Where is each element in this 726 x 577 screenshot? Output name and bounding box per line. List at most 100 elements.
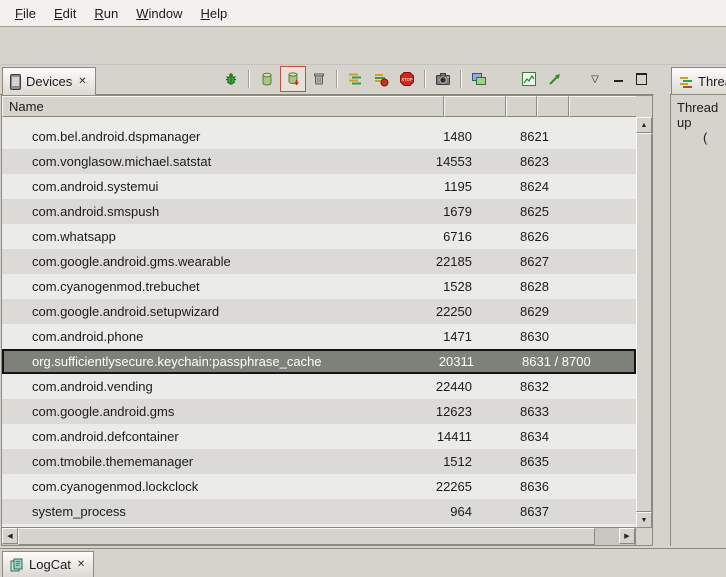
port-cell: 8636 <box>513 479 636 494</box>
column-header-4[interactable] <box>537 96 569 117</box>
pid-cell: 1512 <box>430 454 478 469</box>
tab-threads[interactable]: Threads <box>671 67 726 95</box>
pid-cell: 22440 <box>430 379 478 394</box>
port-cell: 8626 <box>513 229 636 244</box>
maximize-view-icon[interactable] <box>632 70 650 88</box>
threads-tabbar: Threads <box>670 64 726 95</box>
tab-devices[interactable]: Devices ✕ <box>2 67 96 95</box>
toolbar-separator <box>336 70 338 88</box>
process-name-cell: system_process <box>2 504 430 519</box>
table-row[interactable]: com.cyanogenmod.lockclock22265 8636 <box>2 474 636 499</box>
table-row[interactable]: com.cyanogenmod.trebuchet15288628 <box>2 274 636 299</box>
process-table: Name com.bel.android.dspmanager14808621c… <box>1 95 653 546</box>
table-row-selected[interactable]: org.sufficientlysecure.keychain:passphra… <box>2 349 636 374</box>
capture-trace-icon[interactable] <box>516 66 542 92</box>
main-area: Devices ✕ <box>0 64 726 549</box>
port-cell: 8633 <box>513 404 636 419</box>
device-icon <box>10 74 21 90</box>
tab-logcat[interactable]: LogCat ✕ <box>2 551 94 577</box>
process-name-cell: com.google.android.gms <box>2 404 430 419</box>
threads-message: Thread up ( <box>670 95 726 546</box>
logcat-tab-icon <box>10 558 24 572</box>
dump-hprof-icon[interactable] <box>280 66 306 92</box>
horizontal-scroll-track[interactable] <box>18 528 619 545</box>
table-row[interactable]: com.google.android.setupwizard222508629 <box>2 299 636 324</box>
table-row[interactable]: com.android.vending224408632 <box>2 374 636 399</box>
debug-process-icon[interactable] <box>218 66 244 92</box>
devices-panel: Devices ✕ <box>0 64 654 549</box>
menu-edit[interactable]: Edit <box>45 3 85 24</box>
view-menu-icon[interactable]: ▽ <box>586 70 604 88</box>
menu-help[interactable]: Help <box>191 3 236 24</box>
horizontal-scrollbar[interactable]: ◀ ▶ <box>2 527 652 545</box>
panel-splitter[interactable] <box>654 64 670 549</box>
column-header-name[interactable]: Name <box>2 96 444 117</box>
opengl-trace-icon[interactable] <box>542 66 568 92</box>
start-method-profiling-icon[interactable] <box>368 66 394 92</box>
table-row[interactable]: com.google.android.gms.wearable221858627 <box>2 249 636 274</box>
devices-view-toolbar: STOP <box>218 66 650 92</box>
process-name-cell: com.cyanogenmod.lockclock <box>2 479 430 494</box>
scroll-right-icon[interactable]: ▶ <box>619 528 635 544</box>
port-cell: 8631 / 8700 <box>515 354 634 369</box>
table-row[interactable]: com.android.phone14718630 <box>2 324 636 349</box>
cause-gc-icon[interactable] <box>306 66 332 92</box>
port-cell: 8621 <box>513 129 636 144</box>
port-cell: 8623 <box>513 154 636 169</box>
process-name-cell: com.android.systemui <box>2 179 430 194</box>
table-row[interactable]: com.android.defcontainer144118634 <box>2 424 636 449</box>
minimize-view-icon[interactable] <box>609 70 627 88</box>
table-row[interactable]: com.whatsapp6716 8626 <box>2 224 636 249</box>
bottom-tabbar: LogCat ✕ <box>0 548 726 577</box>
close-logcat-tab-icon[interactable]: ✕ <box>76 559 86 570</box>
partially-scrolled-row <box>2 117 636 124</box>
screen-gallery-icon[interactable] <box>466 66 492 92</box>
table-row[interactable]: system_process9648637 <box>2 499 636 524</box>
scroll-up-icon[interactable]: ▲ <box>636 117 652 133</box>
port-cell: 8632 <box>513 379 636 394</box>
table-header: Name <box>2 96 652 117</box>
pid-cell: 6716 <box>430 229 478 244</box>
menu-file[interactable]: File <box>6 3 45 24</box>
pid-cell: 14553 <box>430 154 478 169</box>
scroll-left-icon[interactable]: ◀ <box>2 528 18 544</box>
pid-cell: 964 <box>430 504 478 519</box>
port-cell: 8625 <box>513 204 636 219</box>
process-name-cell: com.android.defcontainer <box>2 429 430 444</box>
process-name-cell: com.android.smspush <box>2 204 430 219</box>
screen-capture-icon[interactable] <box>430 66 456 92</box>
process-name-cell: com.cyanogenmod.trebuchet <box>2 279 430 294</box>
table-row[interactable]: com.tmobile.thememanager15128635 <box>2 449 636 474</box>
close-devices-tab-icon[interactable]: ✕ <box>77 76 87 87</box>
table-row[interactable]: com.android.smspush1679 8625 <box>2 199 636 224</box>
pid-cell: 1679 <box>430 204 478 219</box>
column-header-3[interactable] <box>506 96 537 117</box>
menu-window[interactable]: Window <box>127 3 191 24</box>
port-cell: 8627 <box>513 254 636 269</box>
table-row[interactable]: com.google.android.gms126238633 <box>2 399 636 424</box>
menu-run[interactable]: Run <box>85 3 127 24</box>
port-cell: 8634 <box>513 429 636 444</box>
update-heap-icon[interactable] <box>254 66 280 92</box>
stop-process-icon[interactable]: STOP <box>394 66 420 92</box>
table-row[interactable]: com.android.systemui11958624 <box>2 174 636 199</box>
toolbar-separator <box>248 70 250 88</box>
horizontal-scroll-thumb[interactable] <box>18 528 595 545</box>
vertical-scroll-thumb[interactable] <box>636 133 652 512</box>
toolbar-separator <box>460 70 462 88</box>
process-name-cell: com.google.android.setupwizard <box>2 304 430 319</box>
process-name-cell: com.whatsapp <box>2 229 430 244</box>
scroll-down-icon[interactable]: ▼ <box>636 512 652 528</box>
column-header-port[interactable] <box>569 96 636 117</box>
port-cell: 8624 <box>513 179 636 194</box>
devices-tab-label: Devices <box>26 74 72 89</box>
vertical-scrollbar[interactable]: ▲ ▼ <box>636 117 652 528</box>
view-window-controls: ▽ <box>586 70 650 88</box>
table-row[interactable]: com.bel.android.dspmanager14808621 <box>2 124 636 149</box>
pid-cell: 20311 <box>432 354 480 369</box>
pid-cell: 22265 <box>430 479 478 494</box>
column-header-pid[interactable] <box>444 96 506 117</box>
table-row[interactable]: com.vonglasow.michael.satstat145538623 <box>2 149 636 174</box>
process-name-cell: com.bel.android.dspmanager <box>2 129 430 144</box>
update-threads-icon[interactable] <box>342 66 368 92</box>
